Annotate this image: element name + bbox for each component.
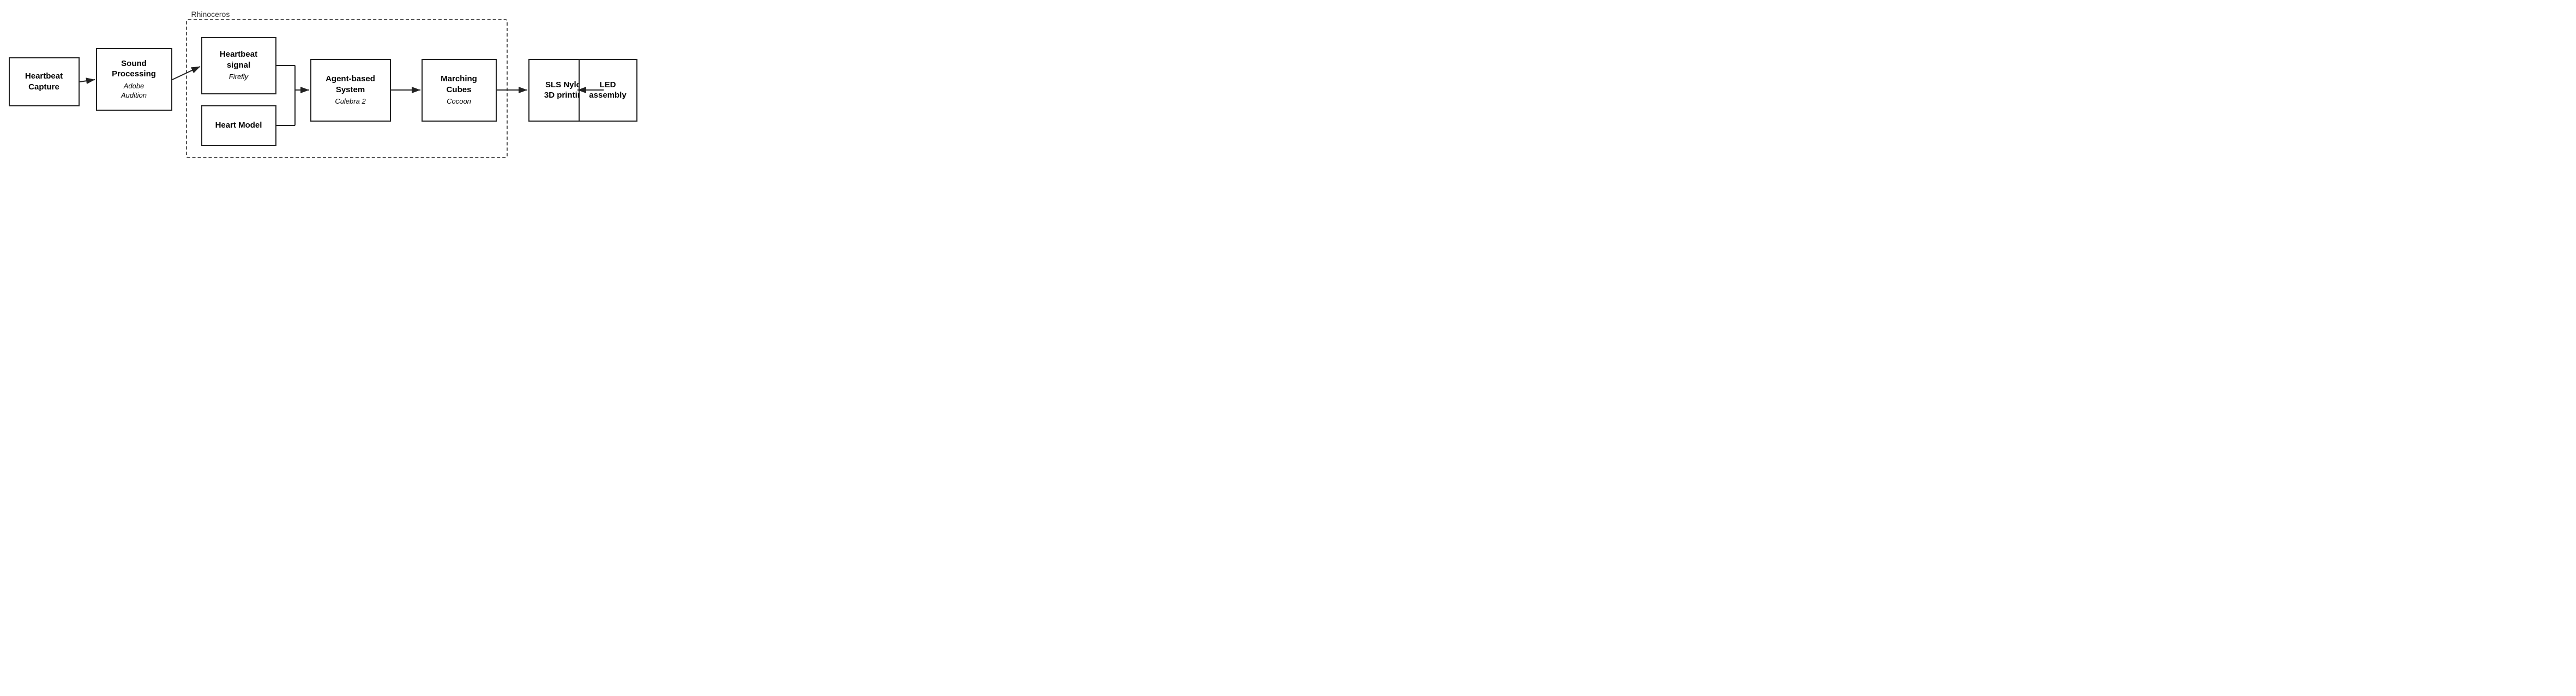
box-marching-cubes: MarchingCubes Cocoon	[422, 59, 497, 122]
rhinoceros-label: Rhinoceros	[191, 10, 230, 19]
arrow-capture-to-sound	[80, 80, 95, 82]
box-agent-based: Agent-basedSystem Culebra 2	[310, 59, 391, 122]
box-led-assembly-title: LEDassembly	[589, 80, 626, 101]
box-heartbeat-capture: HeartbeatCapture	[9, 57, 80, 106]
box-heartbeat-signal-title: Heartbeatsignal	[220, 49, 257, 70]
box-heart-model: Heart Model	[201, 105, 276, 146]
box-sound-processing: SoundProcessing AdobeAudition	[96, 48, 172, 111]
box-heartbeat-signal-subtitle: Firefly	[229, 73, 248, 82]
box-led-assembly: LEDassembly	[579, 59, 637, 122]
box-marching-cubes-title: MarchingCubes	[441, 74, 477, 95]
box-heartbeat-signal: Heartbeatsignal Firefly	[201, 37, 276, 94]
box-sound-processing-subtitle: AdobeAudition	[121, 82, 147, 100]
box-marching-cubes-subtitle: Cocoon	[447, 97, 471, 106]
box-sound-processing-title: SoundProcessing	[112, 58, 156, 80]
box-heartbeat-capture-title: HeartbeatCapture	[25, 71, 63, 92]
box-agent-based-subtitle: Culebra 2	[335, 97, 365, 106]
box-heart-model-title: Heart Model	[215, 120, 262, 131]
box-agent-based-title: Agent-basedSystem	[326, 74, 375, 95]
workflow-diagram: Rhinoceros HeartbeatCapture SoundProcess…	[6, 5, 639, 169]
